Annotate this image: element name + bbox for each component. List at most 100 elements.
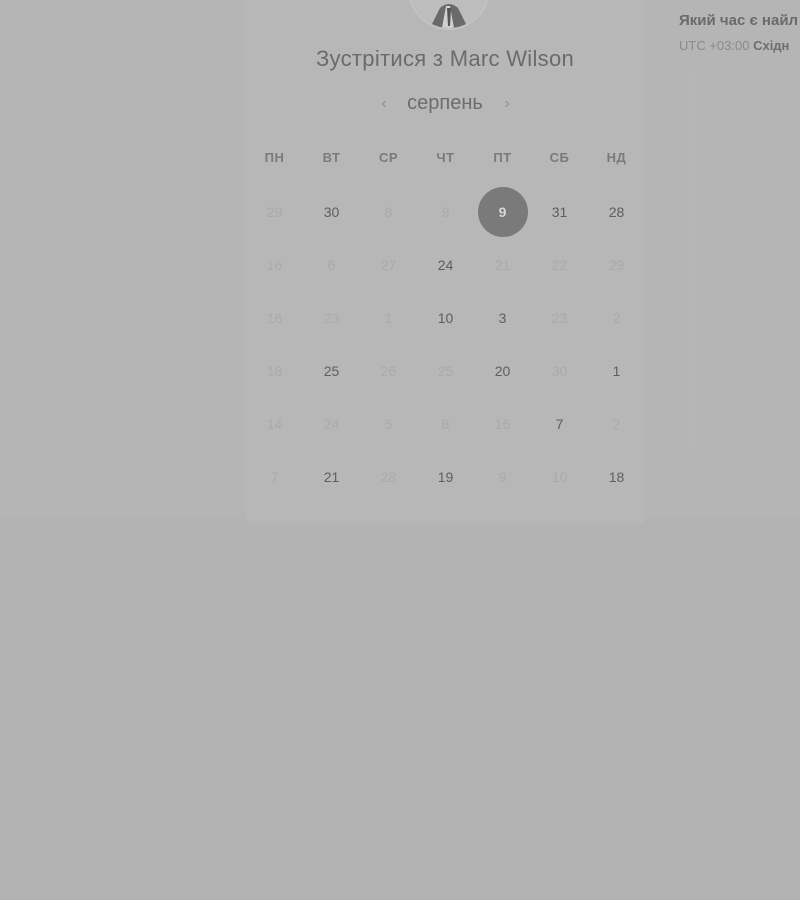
weekday-sun: НД: [606, 150, 627, 165]
calendar-day-number: 26: [380, 362, 397, 379]
weekday-tue: ВТ: [322, 150, 341, 165]
calendar-day-number: 1: [384, 309, 393, 326]
calendar-day: 9: [474, 450, 531, 503]
calendar-day: 1: [360, 291, 417, 344]
calendar-day: 16: [246, 238, 303, 291]
calendar-day: 6: [303, 238, 360, 291]
calendar-day-number: 23: [323, 309, 340, 326]
calendar-day: 2: [588, 397, 645, 450]
meeting-title: Зустрітися з Marc Wilson: [315, 46, 575, 71]
calendar-day-number: 29: [608, 256, 625, 273]
calendar-day[interactable]: 30: [303, 185, 360, 238]
calendar-day[interactable]: 1: [588, 344, 645, 397]
calendar-day-number: 7: [555, 415, 564, 432]
calendar-day-number: 9: [477, 186, 528, 237]
calendar-day-number: 31: [551, 203, 568, 220]
calendar-day-number: 30: [323, 203, 340, 220]
calendar-day-number: 16: [494, 415, 511, 432]
calendar-day-number: 23: [551, 309, 568, 326]
calendar-day[interactable]: 24: [417, 238, 474, 291]
calendar-day-number: 9: [441, 203, 450, 220]
timezone-label[interactable]: UTC +03:00 Східн: [679, 38, 789, 53]
weekday-wed: СР: [378, 150, 399, 165]
calendar-day: 22: [531, 238, 588, 291]
weekday-thu: ЧТ: [436, 150, 455, 165]
calendar-day-number: 29: [266, 203, 283, 220]
calendar-day: 14: [246, 397, 303, 450]
calendar-day[interactable]: 10: [417, 291, 474, 344]
calendar-week-row: 18 25 26 25 20 30 1: [246, 344, 646, 397]
calendar-day-number: 8: [384, 203, 393, 220]
calendar-day: 25: [417, 344, 474, 397]
calendar-day: 24: [303, 397, 360, 450]
calendar-grid: 29 30 8 9 9 31 28 16 6 27 24 21 22 29 16 23 1 10 3 23 2 18 25 2…: [246, 185, 646, 503]
calendar-day-number: 21: [494, 256, 511, 273]
calendar-day: 23: [303, 291, 360, 344]
weekday-header: ПН ВТ СР ЧТ ПТ СБ НД: [246, 150, 646, 165]
timezone-offset: UTC +03:00: [679, 38, 750, 53]
weekday-sat: СБ: [549, 150, 570, 165]
calendar-day[interactable]: 20: [474, 344, 531, 397]
calendar-day[interactable]: 18: [588, 450, 645, 503]
calendar-day-number: 16: [266, 309, 283, 326]
calendar-day-number: 27: [380, 256, 397, 273]
calendar-day: 16: [246, 291, 303, 344]
calendar-day-number: 2: [612, 415, 621, 432]
timezone-name: Східн: [753, 38, 790, 53]
month-navigation: ‹ серпень ›: [246, 90, 644, 122]
calendar-day-selected[interactable]: 9: [474, 185, 531, 238]
weekday-mon: ПН: [264, 150, 285, 165]
calendar-day: 18: [246, 344, 303, 397]
calendar-day-number: 6: [327, 256, 336, 273]
calendar-day: 26: [360, 344, 417, 397]
time-question: Який час є найл: [679, 12, 799, 29]
calendar-day-number: 2: [612, 309, 621, 326]
scheduling-page: Зустрітися з Marc Wilson ‹ серпень › ПН …: [0, 0, 800, 900]
time-slot-list: [690, 75, 800, 445]
calendar-day: 8: [360, 185, 417, 238]
calendar-day: 2: [588, 291, 645, 344]
calendar-day[interactable]: 3: [474, 291, 531, 344]
calendar-week-row: 16 23 1 10 3 23 2: [246, 291, 646, 344]
calendar-day[interactable]: 25: [303, 344, 360, 397]
calendar-day: 10: [531, 450, 588, 503]
calendar-day-number: 21: [323, 468, 340, 485]
calendar-day-number: 30: [551, 362, 568, 379]
weekday-fri: ПТ: [493, 150, 512, 165]
calendar-day-number: 10: [437, 309, 454, 326]
calendar-day[interactable]: 21: [303, 450, 360, 503]
month-label: серпень: [407, 92, 483, 114]
calendar-day: 28: [360, 450, 417, 503]
calendar-day-number: 28: [380, 468, 397, 485]
calendar-day: 27: [360, 238, 417, 291]
calendar-day-number: 20: [494, 362, 511, 379]
calendar-day[interactable]: 19: [417, 450, 474, 503]
calendar-day-number: 24: [323, 415, 340, 432]
calendar-day-number: 5: [384, 415, 393, 432]
calendar-day: 9: [417, 185, 474, 238]
calendar-day[interactable]: 28: [588, 185, 645, 238]
calendar-day-number: 14: [266, 415, 283, 432]
calendar-day-number: 1: [612, 362, 621, 379]
calendar-day-number: 8: [441, 415, 450, 432]
calendar-day-number: 22: [551, 256, 568, 273]
chevron-right-icon[interactable]: ›: [497, 94, 517, 114]
calendar-day-number: 18: [608, 468, 625, 485]
calendar-day-number: 25: [437, 362, 454, 379]
calendar-day: 21: [474, 238, 531, 291]
calendar-day-number: 24: [437, 256, 454, 273]
calendar-day-number: 10: [551, 468, 568, 485]
calendar-day-number: 28: [608, 203, 625, 220]
calendar-day: 7: [246, 450, 303, 503]
calendar-day-number: 19: [437, 468, 454, 485]
calendar-day-number: 18: [266, 362, 283, 379]
calendar-day-number: 25: [323, 362, 340, 379]
calendar-day: 29: [246, 185, 303, 238]
calendar-day-number: 7: [270, 468, 279, 485]
calendar-week-row: 7 21 28 19 9 10 18: [246, 450, 646, 503]
calendar-day[interactable]: 31: [531, 185, 588, 238]
calendar-week-row: 29 30 8 9 9 31 28: [246, 185, 646, 238]
calendar-day[interactable]: 7: [531, 397, 588, 450]
calendar-day-number: 16: [266, 256, 283, 273]
calendar-week-row: 16 6 27 24 21 22 29: [246, 238, 646, 291]
